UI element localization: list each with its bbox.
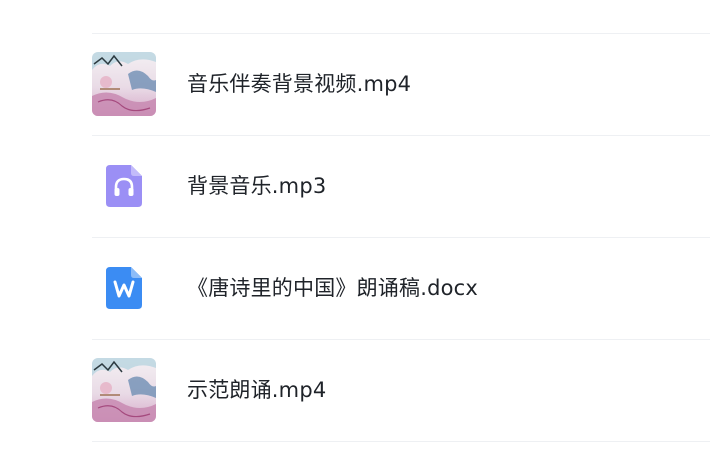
- file-name: 《唐诗里的中国》朗诵稿.docx: [187, 276, 479, 300]
- video-thumbnail: [92, 52, 156, 116]
- file-name: 音乐伴奏背景视频.mp4: [187, 72, 412, 96]
- headphones-icon: [106, 165, 142, 207]
- file-row-video-1[interactable]: 音乐伴奏背景视频.mp4: [92, 34, 710, 136]
- file-name: 示范朗诵.mp4: [187, 378, 327, 402]
- file-row-document[interactable]: 《唐诗里的中国》朗诵稿.docx: [92, 238, 710, 340]
- video-thumbnail: [92, 358, 156, 422]
- file-list: 音乐伴奏背景视频.mp4 背景音乐.mp3 《唐诗里的中国》朗诵稿.docx 示…: [92, 33, 710, 442]
- file-name: 背景音乐.mp3: [187, 174, 327, 198]
- file-row-audio[interactable]: 背景音乐.mp3: [92, 136, 710, 238]
- file-row-video-2[interactable]: 示范朗诵.mp4: [92, 340, 710, 442]
- word-doc-icon: [106, 267, 142, 309]
